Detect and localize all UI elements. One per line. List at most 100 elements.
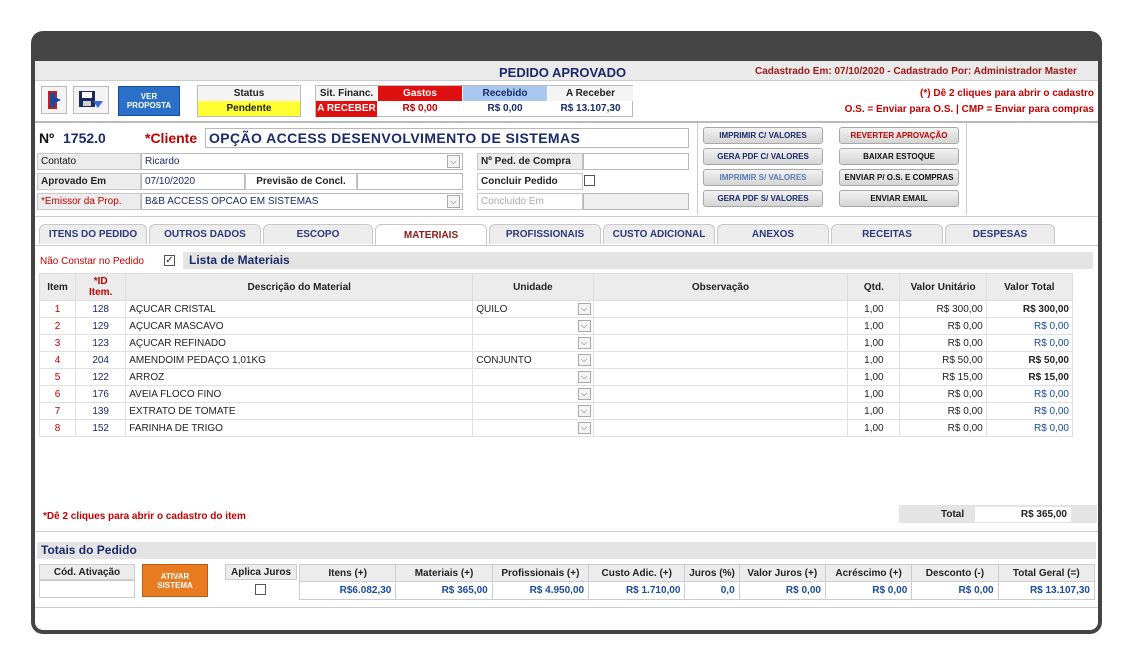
ver-proposta-button[interactable]: VER PROPOSTA — [118, 86, 180, 116]
row-valor-unitario[interactable]: R$ 300,00 — [899, 300, 987, 318]
tab-escopo[interactable]: ESCOPO — [263, 224, 373, 244]
row-qtd[interactable]: 1,00 — [847, 317, 901, 335]
cod-ativacao-field[interactable] — [39, 580, 135, 598]
row-valor-unitario[interactable]: R$ 50,00 — [899, 351, 987, 369]
totals-value[interactable]: 0,0 — [684, 581, 740, 600]
row-unidade[interactable]: ⌵ — [472, 402, 594, 420]
ativar-sistema-button[interactable]: ATIVAR SISTEMA — [142, 564, 208, 597]
row-id[interactable]: 122 — [75, 368, 127, 386]
chevron-down-icon[interactable]: ⌵ — [577, 354, 591, 366]
reverter-aprovacao-button[interactable]: REVERTER APROVAÇÃO — [839, 127, 959, 144]
row-qtd[interactable]: 1,00 — [847, 368, 901, 386]
chevron-down-icon[interactable]: ⌵ — [577, 422, 591, 434]
table-row[interactable]: 7 139 EXTRATO DE TOMATE ⌵ 1,00 R$ 0,00 R$ 0,00 — [38, 402, 1074, 420]
emissor-field[interactable]: B&B ACCESS OPCAO EM SISTEMAS — [141, 193, 463, 210]
row-id[interactable]: 128 — [75, 300, 127, 318]
row-unidade[interactable]: ⌵ — [472, 419, 594, 437]
chevron-down-icon[interactable]: ⌵ — [577, 388, 591, 400]
row-valor-unitario[interactable]: R$ 0,00 — [899, 419, 987, 437]
totals-value[interactable]: R$ 365,00 — [395, 581, 493, 600]
imprimir-com-valores-button[interactable]: IMPRIMIR C/ VALORES — [703, 127, 823, 144]
row-descricao[interactable]: AÇUCAR REFINADO — [125, 334, 474, 352]
row-qtd[interactable]: 1,00 — [847, 334, 901, 352]
row-qtd[interactable]: 1,00 — [847, 385, 901, 403]
totals-value[interactable]: R$ 13.107,30 — [997, 581, 1096, 600]
row-valor-unitario[interactable]: R$ 0,00 — [899, 385, 987, 403]
table-row[interactable]: 4 204 AMENDOIM PEDAÇO 1,01KG CONJUNTO ⌵ 1,00 R… — [38, 351, 1074, 369]
tab-anexos[interactable]: ANEXOS — [717, 224, 829, 244]
row-observacao[interactable] — [592, 334, 849, 352]
row-observacao[interactable] — [592, 351, 849, 369]
tab-profissionais[interactable]: PROFISSIONAIS — [489, 224, 601, 244]
row-descricao[interactable]: AÇUCAR MASCAVO — [125, 317, 474, 335]
table-row[interactable]: 3 123 AÇUCAR REFINADO ⌵ 1,00 R$ 0,00 R$ 0,00 — [38, 334, 1074, 352]
table-row[interactable]: 2 129 AÇUCAR MASCAVO ⌵ 1,00 R$ 0,00 R$ 0,00 — [38, 317, 1074, 335]
tab-materiais[interactable]: MATERIAIS — [375, 224, 487, 245]
ped-compra-field[interactable] — [583, 153, 689, 170]
row-descricao[interactable]: ARROZ — [125, 368, 474, 386]
row-unidade[interactable]: ⌵ — [472, 317, 594, 335]
row-descricao[interactable]: AMENDOIM PEDAÇO 1,01KG — [125, 351, 474, 369]
contato-field[interactable]: Ricardo — [141, 153, 463, 170]
totals-value[interactable]: R$6.082,30 — [298, 581, 397, 600]
row-valor-unitario[interactable]: R$ 0,00 — [899, 334, 987, 352]
row-valor-unitario[interactable]: R$ 0,00 — [899, 402, 987, 420]
row-unidade[interactable]: ⌵ — [472, 334, 594, 352]
totals-value[interactable]: R$ 1.710,00 — [588, 581, 686, 600]
row-descricao[interactable]: EXTRATO DE TOMATE — [125, 402, 474, 420]
save-icon[interactable] — [73, 86, 109, 114]
row-valor-unitario[interactable]: R$ 0,00 — [899, 317, 987, 335]
chevron-down-icon[interactable]: ⌵ — [577, 303, 591, 315]
tab-receitas[interactable]: RECEITAS — [831, 224, 943, 244]
enviar-os-compras-button[interactable]: ENVIAR P/ O.S. E COMPRAS — [839, 169, 959, 186]
row-id[interactable]: 152 — [75, 419, 127, 437]
row-observacao[interactable] — [592, 368, 849, 386]
tab-custo-adicional[interactable]: CUSTO ADICIONAL — [603, 224, 715, 244]
row-qtd[interactable]: 1,00 — [847, 300, 901, 318]
emissor-dropdown-icon[interactable]: ⌵ — [447, 195, 460, 208]
totals-value[interactable]: R$ 4.950,00 — [491, 581, 590, 600]
tab-despesas[interactable]: DESPESAS — [945, 224, 1055, 244]
row-unidade[interactable]: CONJUNTO ⌵ — [472, 351, 594, 369]
cliente-field[interactable]: OPÇÃO ACCESS DESENVOLVIMENTO DE SISTEMAS — [205, 128, 689, 148]
chevron-down-icon[interactable]: ⌵ — [577, 405, 591, 417]
tab-itens-do-pedido[interactable]: ITENS DO PEDIDO — [39, 224, 147, 244]
row-id[interactable]: 123 — [75, 334, 127, 352]
table-row[interactable]: 6 176 AVEIA FLOCO FINO ⌵ 1,00 R$ 0,00 R$ 0,00 — [38, 385, 1074, 403]
gera-pdf-com-valores-button[interactable]: GERA PDF C/ VALORES — [703, 148, 823, 165]
chevron-down-icon[interactable]: ⌵ — [577, 337, 591, 349]
baixar-estoque-button[interactable]: BAIXAR ESTOQUE — [839, 148, 959, 165]
row-observacao[interactable] — [592, 419, 849, 437]
tab-outros-dados[interactable]: OUTROS DADOS — [149, 224, 261, 244]
concluir-checkbox[interactable] — [584, 175, 595, 186]
row-unidade[interactable]: ⌵ — [472, 368, 594, 386]
aprovado-field[interactable]: 07/10/2020 — [141, 173, 245, 190]
totals-value[interactable]: R$ 0,00 — [738, 581, 826, 600]
exit-icon[interactable] — [41, 86, 67, 114]
row-id[interactable]: 129 — [75, 317, 127, 335]
row-observacao[interactable] — [592, 385, 849, 403]
row-descricao[interactable]: AVEIA FLOCO FINO — [125, 385, 474, 403]
nao-constar-checkbox[interactable]: ✓ — [164, 255, 175, 266]
previsao-field[interactable] — [357, 173, 463, 190]
row-qtd[interactable]: 1,00 — [847, 351, 901, 369]
row-id[interactable]: 176 — [75, 385, 127, 403]
row-qtd[interactable]: 1,00 — [847, 402, 901, 420]
row-observacao[interactable] — [592, 402, 849, 420]
row-valor-unitario[interactable]: R$ 15,00 — [899, 368, 987, 386]
row-id[interactable]: 139 — [75, 402, 127, 420]
totals-value[interactable]: R$ 0,00 — [824, 581, 913, 600]
row-qtd[interactable]: 1,00 — [847, 419, 901, 437]
chevron-down-icon[interactable]: ⌵ — [577, 320, 591, 332]
row-unidade[interactable]: QUILO ⌵ — [472, 300, 594, 318]
gera-pdf-sem-valores-button[interactable]: GERA PDF S/ VALORES — [703, 190, 823, 207]
contato-dropdown-icon[interactable]: ⌵ — [447, 155, 460, 168]
row-observacao[interactable] — [592, 300, 849, 318]
row-unidade[interactable]: ⌵ — [472, 385, 594, 403]
table-row[interactable]: 1 128 AÇUCAR CRISTAL QUILO ⌵ 1,00 R$ 300,00 R$ … — [38, 300, 1074, 318]
row-observacao[interactable] — [592, 317, 849, 335]
concluido-field[interactable] — [583, 193, 689, 210]
enviar-email-button[interactable]: ENVIAR EMAIL — [839, 190, 959, 207]
totals-value[interactable]: R$ 0,00 — [911, 581, 999, 600]
chevron-down-icon[interactable]: ⌵ — [577, 371, 591, 383]
